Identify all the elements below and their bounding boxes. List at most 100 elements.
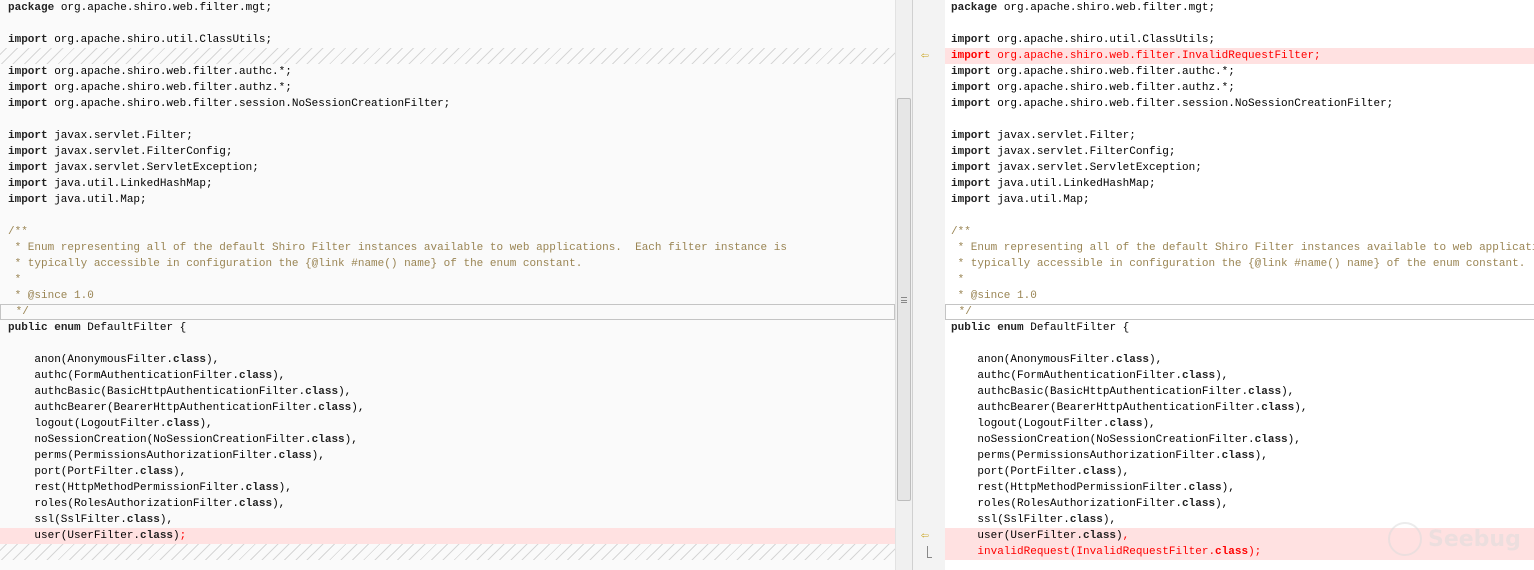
keyword: class [1083, 530, 1117, 542]
code-line: import java.util.LinkedHashMap; [945, 176, 1534, 192]
code-token: javax.servlet.Filter; [990, 130, 1136, 142]
keyword: import [8, 130, 48, 142]
code-token: DefaultFilter { [80, 322, 187, 334]
keyword: class [239, 498, 273, 510]
code-token: java.util.LinkedHashMap; [990, 178, 1156, 190]
keyword: class [1109, 418, 1143, 430]
code-line: roles(RolesAuthorizationFilter.class), [0, 496, 895, 512]
code-line: anon(AnonymousFilter.class), [945, 352, 1534, 368]
keyword: class [1116, 354, 1150, 366]
code-token: ) [173, 530, 180, 542]
keyword: import [8, 98, 48, 110]
code-token: ), [1254, 450, 1268, 462]
code-line: roles(RolesAuthorizationFilter.class), [945, 496, 1534, 512]
keyword: class [1069, 514, 1103, 526]
seebug-watermark: Seebug [1388, 522, 1521, 556]
code-token: */ [952, 306, 972, 318]
code-line: */ [945, 304, 1534, 320]
seebug-logo-icon [1388, 522, 1422, 556]
changed-code-line: user(UserFilter.class); [0, 528, 895, 544]
code-line: authcBasic(BasicHttpAuthenticationFilter… [945, 384, 1534, 400]
change-arrow-icon[interactable]: ⇦ [921, 528, 935, 544]
keyword: class [305, 386, 339, 398]
keyword: class [1221, 450, 1255, 462]
code-line: import javax.servlet.FilterConfig; [0, 144, 895, 160]
keyword: class [1083, 466, 1117, 478]
code-line: * [0, 272, 895, 288]
code-token: ), [272, 370, 286, 382]
code-line: public enum DefaultFilter { [0, 320, 895, 336]
keyword: class [140, 466, 174, 478]
code-token: noSessionCreation(NoSessionCreationFilte… [951, 434, 1255, 446]
code-token: ), [1149, 354, 1163, 366]
vertical-scrollbar[interactable] [895, 0, 912, 570]
code-line: authc(FormAuthenticationFilter.class), [945, 368, 1534, 384]
code-token: javax.servlet.FilterConfig; [47, 146, 233, 158]
code-line: import java.util.Map; [945, 192, 1534, 208]
code-token: port(PortFilter. [951, 466, 1084, 478]
code-token: anon(AnonymousFilter. [8, 354, 174, 366]
keyword: class [1182, 498, 1216, 510]
keyword: import [951, 98, 991, 110]
code-token: ), [272, 498, 286, 510]
code-token: * [8, 274, 22, 286]
keyword: import [8, 82, 48, 94]
code-token: ), [159, 514, 174, 526]
code-line: * [945, 272, 1534, 288]
code-line: import org.apache.shiro.web.filter.authz… [0, 80, 895, 96]
code-line: /** [0, 224, 895, 240]
code-line: package org.apache.shiro.web.filter.mgt; [0, 0, 895, 16]
keyword: import [8, 146, 48, 158]
code-token: ), [1221, 482, 1235, 494]
code-token: java.util.Map; [990, 194, 1090, 206]
code-token: ), [1215, 370, 1229, 382]
code-token: logout(LogoutFilter. [951, 418, 1110, 430]
code-line: import org.apache.shiro.web.filter.sessi… [0, 96, 895, 112]
scrollbar-thumb[interactable] [897, 98, 911, 501]
keyword: import [8, 66, 48, 78]
keyword: package [8, 2, 55, 14]
code-line: perms(PermissionsAuthorizationFilter.cla… [0, 448, 895, 464]
code-token: java.util.Map; [47, 194, 147, 206]
code-line: import org.apache.shiro.web.filter.sessi… [945, 96, 1534, 112]
code-line: import org.apache.shiro.web.filter.authc… [0, 64, 895, 80]
code-line: /** [945, 224, 1534, 240]
code-line: ssl(SslFilter.class), [0, 512, 895, 528]
code-token: ), [1281, 386, 1295, 398]
scrollbar-grip-icon [901, 297, 907, 303]
code-line: * Enum representing all of the default S… [945, 240, 1534, 256]
left-editor-pane[interactable]: package org.apache.shiro.web.filter.mgt;… [0, 0, 895, 570]
code-line: import org.apache.shiro.web.filter.authc… [945, 64, 1534, 80]
right-editor-pane[interactable]: package org.apache.shiro.web.filter.mgt;… [945, 0, 1534, 570]
code-token: authcBasic(BasicHttpAuthenticationFilter… [8, 386, 306, 398]
code-token: anon(AnonymousFilter. [951, 354, 1117, 366]
change-arrow-icon[interactable]: ⇦ [921, 48, 935, 64]
code-token: * typically accessible in configuration … [8, 258, 490, 270]
code-token: ), [1142, 418, 1156, 430]
code-token: * @since 1.0 [951, 290, 1037, 302]
keyword: class [1215, 546, 1249, 558]
code-token: user(UserFilter. [8, 530, 141, 542]
code-token: /** [951, 226, 971, 238]
code-line: port(PortFilter.class), [945, 464, 1534, 480]
keyword: class [140, 530, 174, 542]
keyword: class [311, 434, 345, 446]
code-line: */ [0, 304, 895, 320]
keyword: class [173, 354, 207, 366]
code-line: import org.apache.shiro.web.filter.authz… [945, 80, 1534, 96]
code-token: perms(PermissionsAuthorizationFilter. [951, 450, 1222, 462]
keyword: class [1182, 370, 1216, 382]
code-token: ), [311, 450, 325, 462]
code-token: javax.servlet.FilterConfig; [990, 146, 1176, 158]
code-token: /** [8, 226, 28, 238]
keyword: import [951, 66, 991, 78]
keyword: enum [54, 322, 81, 334]
code-token: constant. [516, 258, 583, 270]
diff-placeholder-line [0, 544, 895, 560]
code-token: rest(HttpMethodPermissionFilter. [8, 482, 246, 494]
code-line: * typically accessible in configuration … [0, 256, 895, 272]
